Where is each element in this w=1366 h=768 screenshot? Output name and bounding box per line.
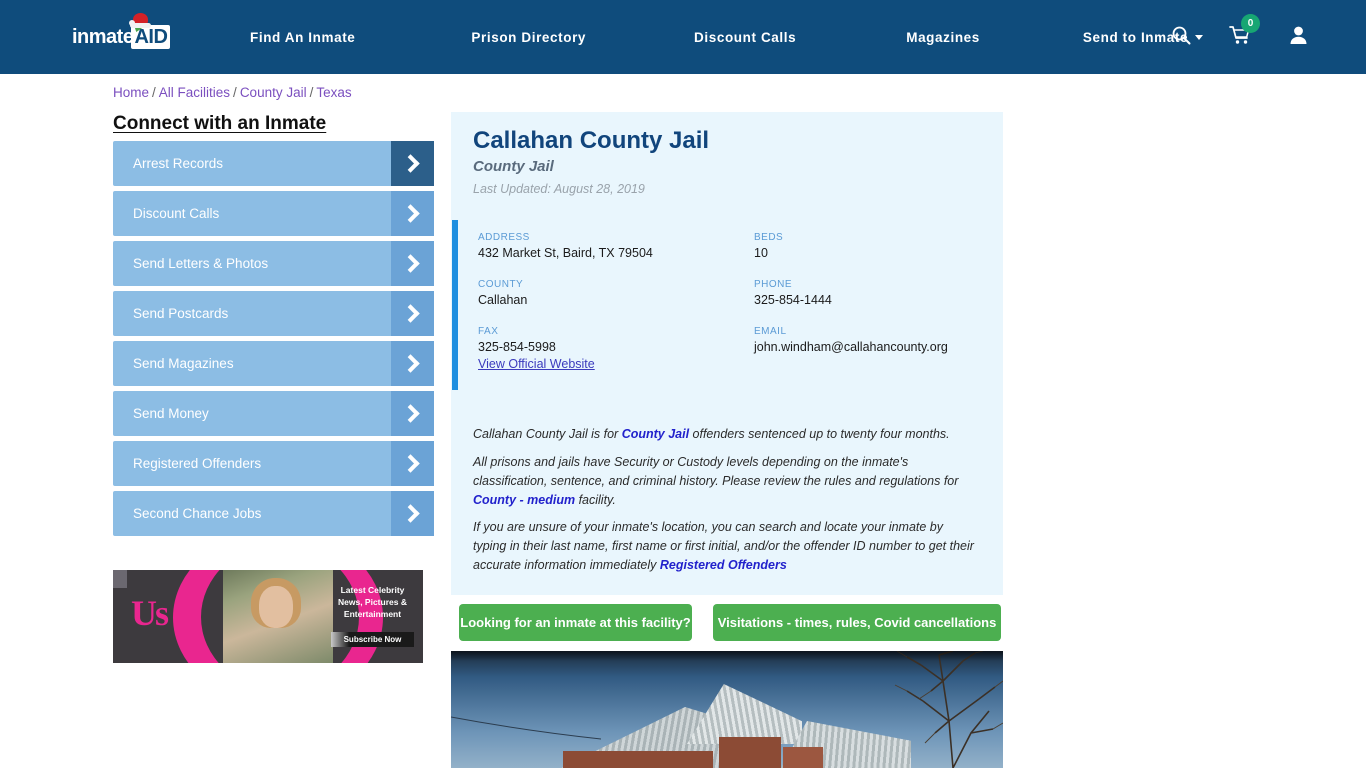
- chevron-right-icon: [391, 291, 434, 336]
- sidebar-item-label: Registered Offenders: [133, 456, 262, 471]
- breadcrumb-item-all-facilities[interactable]: All Facilities: [159, 85, 230, 100]
- sidebar-item-label: Arrest Records: [133, 156, 224, 171]
- ad-copy-text: Latest Celebrity News, Pictures & Entert…: [338, 585, 407, 619]
- header-icon-group: 0: [1171, 0, 1308, 74]
- santa-hat-icon: [129, 13, 153, 32]
- detail-label: BEDS: [754, 232, 784, 243]
- nav-item-prison-directory[interactable]: Prison Directory: [471, 24, 586, 51]
- sidebar-item-label: Send Letters & Photos: [133, 256, 269, 271]
- sidebar-menu: Arrest Records Discount Calls Send Lette…: [113, 141, 434, 541]
- paragraph-text: All prisons and jails have Security or C…: [473, 455, 959, 488]
- sidebar-item-label: Send Magazines: [133, 356, 234, 371]
- main-navigation: Find An Inmate Prison Directory Discount…: [250, 0, 1204, 74]
- detail-label: PHONE: [754, 279, 793, 290]
- sidebar-item-label: Discount Calls: [133, 206, 220, 221]
- detail-phone: PHONE 325-854-1444: [754, 279, 978, 307]
- sidebar-advertisement[interactable]: Us Latest Celebrity News, Pictures & Ent…: [113, 570, 423, 663]
- breadcrumb-item-texas[interactable]: Texas: [316, 85, 351, 100]
- sidebar-item-label: Second Chance Jobs: [133, 506, 262, 521]
- breadcrumb-item-home[interactable]: Home: [113, 85, 149, 100]
- detail-county: COUNTY Callahan: [478, 279, 754, 307]
- link-county-jail[interactable]: County Jail: [622, 427, 689, 441]
- sidebar-item-send-magazines[interactable]: Send Magazines: [113, 341, 434, 386]
- visitations-button[interactable]: Visitations - times, rules, Covid cancel…: [713, 604, 1001, 641]
- card-accent-bar: [452, 220, 458, 390]
- last-updated-text: Last Updated: August 28, 2019: [473, 182, 645, 196]
- link-registered-offenders[interactable]: Registered Offenders: [660, 558, 787, 572]
- tree-branches: [894, 651, 1003, 768]
- site-header: inmateAID Find An Inmate Prison Director…: [0, 0, 1366, 74]
- chevron-right-icon: [391, 391, 434, 436]
- sidebar-item-discount-calls[interactable]: Discount Calls: [113, 191, 434, 236]
- detail-label: FAX: [478, 326, 499, 337]
- paragraph-text: Callahan County Jail is for: [473, 427, 622, 441]
- logo-text-primary: inmate: [72, 26, 134, 48]
- paragraph-text: facility.: [575, 493, 616, 507]
- chevron-right-icon: [391, 191, 434, 236]
- breadcrumb-separator: /: [309, 85, 314, 100]
- site-logo[interactable]: inmateAID: [72, 13, 192, 54]
- facility-info-card: Callahan County Jail County Jail Last Up…: [451, 112, 1003, 595]
- nav-item-magazines[interactable]: Magazines: [906, 24, 980, 51]
- facility-details-grid: ADDRESS 432 Market St, Baird, TX 79504 B…: [478, 232, 978, 354]
- facility-paragraph-1: Callahan County Jail is for County Jail …: [473, 425, 978, 444]
- detail-value: 10: [754, 246, 768, 260]
- detail-value: 432 Market St, Baird, TX 79504: [478, 246, 653, 260]
- cart-count-badge: 0: [1241, 13, 1260, 33]
- facility-paragraph-2: All prisons and jails have Security or C…: [473, 453, 978, 510]
- sidebar-item-send-letters-photos[interactable]: Send Letters & Photos: [113, 241, 434, 286]
- link-county-medium[interactable]: County - medium: [473, 493, 575, 507]
- ad-subscribe-button[interactable]: Subscribe Now: [331, 632, 414, 647]
- detail-label: EMAIL: [754, 326, 787, 337]
- detail-value: 325-854-1444: [754, 293, 832, 307]
- sidebar-item-send-money[interactable]: Send Money: [113, 391, 434, 436]
- detail-email: EMAIL john.windham@callahancounty.org: [754, 326, 978, 354]
- ad-brand-logo: Us: [131, 593, 169, 633]
- ad-photo: [223, 570, 333, 663]
- detail-value: 325-854-5998: [478, 340, 556, 354]
- page-title: Callahan County Jail: [473, 127, 710, 154]
- sidebar-item-second-chance-jobs[interactable]: Second Chance Jobs: [113, 491, 434, 536]
- detail-address: ADDRESS 432 Market St, Baird, TX 79504: [478, 232, 754, 260]
- detail-label: ADDRESS: [478, 232, 530, 243]
- sidebar-item-arrest-records[interactable]: Arrest Records: [113, 141, 434, 186]
- view-official-website-link[interactable]: View Official Website: [478, 357, 595, 371]
- breadcrumb-separator: /: [233, 85, 237, 100]
- power-line: [451, 716, 601, 740]
- search-icon[interactable]: [1171, 25, 1191, 50]
- breadcrumb-item-county-jail[interactable]: County Jail: [240, 85, 307, 100]
- cart-icon[interactable]: 0: [1229, 13, 1260, 50]
- detail-beds: BEDS 10: [754, 232, 978, 260]
- paragraph-text: offenders sentenced up to twenty four mo…: [689, 427, 950, 441]
- chevron-right-icon: [391, 491, 434, 536]
- breadcrumb: Home / All Facilities / County Jail / Texas: [113, 85, 352, 100]
- nav-item-find-an-inmate[interactable]: Find An Inmate: [250, 24, 355, 51]
- detail-value: Callahan: [478, 293, 528, 307]
- detail-value: john.windham@callahancounty.org: [754, 340, 948, 354]
- chevron-right-icon: [391, 141, 434, 186]
- sidebar-item-send-postcards[interactable]: Send Postcards: [113, 291, 434, 336]
- detail-fax: FAX 325-854-5998: [478, 326, 754, 354]
- sidebar-item-registered-offenders[interactable]: Registered Offenders: [113, 441, 434, 486]
- nav-item-discount-calls[interactable]: Discount Calls: [694, 24, 796, 51]
- chevron-right-icon: [391, 341, 434, 386]
- chevron-right-icon: [391, 441, 434, 486]
- user-account-icon[interactable]: [1289, 25, 1308, 50]
- breadcrumb-separator: /: [152, 85, 156, 100]
- chevron-right-icon: [391, 241, 434, 286]
- facility-exterior-photo: [451, 651, 1003, 768]
- facility-paragraph-3: If you are unsure of your inmate's locat…: [473, 518, 978, 575]
- sidebar-item-label: Send Postcards: [133, 306, 229, 321]
- facility-type: County Jail: [473, 158, 554, 175]
- sidebar-title: Connect with an Inmate: [113, 113, 327, 134]
- looking-for-inmate-button[interactable]: Looking for an inmate at this facility?: [459, 604, 692, 641]
- sidebar-item-label: Send Money: [133, 406, 209, 421]
- detail-label: COUNTY: [478, 279, 524, 290]
